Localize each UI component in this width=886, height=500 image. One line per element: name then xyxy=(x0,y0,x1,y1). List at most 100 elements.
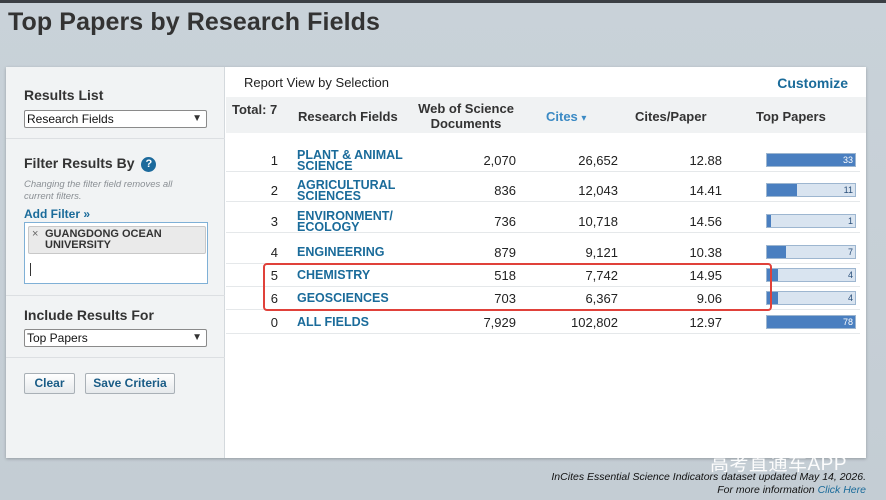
header-research-fields[interactable]: Research Fields xyxy=(298,109,398,124)
top-papers-bar[interactable]: 78 xyxy=(766,315,856,329)
top-papers-bar[interactable]: 11 xyxy=(766,183,856,197)
row-cites-per-paper: 14.56 xyxy=(689,214,722,229)
table-row: 6 GEOSCIENCES 703 6,367 9.06 4 xyxy=(226,287,860,310)
header-wos-line2: Documents xyxy=(430,116,502,131)
chevron-down-icon: ▼ xyxy=(192,332,202,343)
table-header: Total: 7 Research Fields Web of Science … xyxy=(226,97,866,133)
field-name-line1: ENGINEERING xyxy=(297,245,385,259)
close-icon[interactable]: × xyxy=(32,228,38,240)
add-filter-link[interactable]: Add Filter » xyxy=(24,207,90,221)
row-cites-per-paper: 9.06 xyxy=(696,291,722,306)
row-cites-per-paper: 14.41 xyxy=(689,183,722,198)
research-field-link[interactable]: GEOSCIENCES xyxy=(297,291,417,305)
header-cites[interactable]: Cites ▾ xyxy=(546,109,586,124)
field-name-line1: GEOSCIENCES xyxy=(297,291,389,305)
top-papers-count: 33 xyxy=(842,155,853,165)
footer-more-info: For more information Click Here xyxy=(717,484,866,496)
sort-down-icon: ▾ xyxy=(581,113,587,124)
page-title: Top Papers by Research Fields xyxy=(8,8,381,36)
report-content: Report View by Selection Customize Total… xyxy=(226,67,866,458)
row-cites: 9,121 xyxy=(585,245,618,260)
include-selected: Top Papers xyxy=(27,331,88,345)
filter-chip-label: GUANGDONG OCEAN UNIVERSITY xyxy=(45,228,162,251)
filter-heading: Filter Results By ? xyxy=(24,155,157,172)
filter-input-box[interactable]: × GUANGDONG OCEAN UNIVERSITY xyxy=(24,222,208,284)
row-cites: 6,367 xyxy=(585,291,618,306)
row-rank: 4 xyxy=(270,245,278,260)
research-field-link[interactable]: PLANT & ANIMAL SCIENCE xyxy=(297,149,417,173)
include-section: Include Results For Top Papers ▼ xyxy=(6,296,225,358)
top-papers-bar-fill xyxy=(767,184,797,196)
row-cites-per-paper: 14.95 xyxy=(689,268,722,283)
row-cites: 26,652 xyxy=(578,153,618,168)
top-border xyxy=(0,0,886,3)
top-papers-bar[interactable]: 33 xyxy=(766,153,856,167)
research-field-link[interactable]: AGRICULTURAL SCIENCES xyxy=(297,179,417,203)
top-papers-bar[interactable]: 4 xyxy=(766,291,856,305)
top-papers-count: 78 xyxy=(842,317,853,327)
row-documents: 7,929 xyxy=(483,315,516,330)
row-cites: 7,742 xyxy=(585,268,618,283)
row-cites: 102,802 xyxy=(571,315,618,330)
top-papers-count: 4 xyxy=(847,293,853,303)
top-papers-bar[interactable]: 1 xyxy=(766,214,856,228)
top-papers-bar-fill xyxy=(767,316,855,328)
row-documents: 518 xyxy=(494,268,516,283)
table-row: 5 CHEMISTRY 518 7,742 14.95 4 xyxy=(226,264,860,287)
field-name-line2: SCIENCE xyxy=(297,159,353,173)
research-field-link[interactable]: ENGINEERING xyxy=(297,245,417,259)
footer-dataset-note: InCites Essential Science Indicators dat… xyxy=(551,471,866,483)
results-list-selected: Research Fields xyxy=(27,112,114,126)
top-papers-bar[interactable]: 4 xyxy=(766,268,856,282)
top-papers-count: 4 xyxy=(847,270,853,280)
table-row: 2 AGRICULTURAL SCIENCES 836 12,043 14.41 11 xyxy=(226,179,860,202)
help-icon[interactable]: ? xyxy=(141,157,157,172)
table-row: 1 PLANT & ANIMAL SCIENCE 2,070 26,652 12.88 33 xyxy=(226,149,860,172)
row-rank: 1 xyxy=(270,153,278,168)
filter-heading-text: Filter Results By xyxy=(24,155,135,171)
top-papers-bar[interactable]: 7 xyxy=(766,245,856,259)
text-caret xyxy=(30,263,31,276)
report-view-label: Report View by Selection xyxy=(244,75,390,90)
row-documents: 836 xyxy=(494,183,516,198)
row-cites-per-paper: 10.38 xyxy=(689,245,722,260)
save-criteria-button[interactable]: Save Criteria xyxy=(85,373,175,394)
clear-button[interactable]: Clear xyxy=(24,373,75,394)
top-papers-bar-fill xyxy=(767,215,771,227)
research-field-link[interactable]: CHEMISTRY xyxy=(297,268,417,282)
top-papers-bar-fill xyxy=(767,269,779,281)
field-name-line1: CHEMISTRY xyxy=(297,268,371,282)
include-heading: Include Results For xyxy=(24,307,154,323)
click-here-link[interactable]: Click Here xyxy=(818,484,866,496)
row-documents: 2,070 xyxy=(483,153,516,168)
row-rank: 6 xyxy=(270,291,278,306)
header-wos-line1: Web of Science xyxy=(418,101,514,116)
row-rank: 3 xyxy=(270,214,278,229)
results-list-select[interactable]: Research Fields ▼ xyxy=(24,110,207,128)
row-documents: 736 xyxy=(494,214,516,229)
main-panel: Results List Research Fields ▼ Filter Re… xyxy=(6,67,866,458)
header-cites-per-paper[interactable]: Cites/Paper xyxy=(635,109,707,124)
field-name-line1: ALL FIELDS xyxy=(297,315,369,329)
top-papers-count: 11 xyxy=(843,185,853,195)
research-field-link[interactable]: ENVIRONMENT/ECOLOGY xyxy=(297,210,417,234)
table-row: 4 ENGINEERING 879 9,121 10.38 7 xyxy=(226,241,860,264)
row-cites: 10,718 xyxy=(578,214,618,229)
customize-link[interactable]: Customize xyxy=(777,75,848,91)
top-papers-count: 1 xyxy=(847,216,853,226)
filter-chip: × GUANGDONG OCEAN UNIVERSITY xyxy=(28,226,206,254)
footer-more-info-text: For more information xyxy=(717,484,815,496)
include-select[interactable]: Top Papers ▼ xyxy=(24,329,207,347)
table-row: 3 ENVIRONMENT/ECOLOGY 736 10,718 14.56 1 xyxy=(226,210,860,233)
total-count: Total: 7 xyxy=(232,102,278,117)
research-field-link[interactable]: ALL FIELDS xyxy=(297,315,417,329)
results-list-section: Results List Research Fields ▼ xyxy=(6,67,225,139)
row-rank: 2 xyxy=(270,183,278,198)
row-rank: 5 xyxy=(270,268,278,283)
table-row: 0 ALL FIELDS 7,929 102,802 12.97 78 xyxy=(226,311,860,334)
top-papers-bar-fill xyxy=(767,246,787,258)
header-top-papers[interactable]: Top Papers xyxy=(756,109,826,124)
top-papers-bar-fill xyxy=(767,154,855,166)
header-wos-documents[interactable]: Web of Science Documents xyxy=(412,101,520,131)
results-list-heading: Results List xyxy=(24,87,104,103)
